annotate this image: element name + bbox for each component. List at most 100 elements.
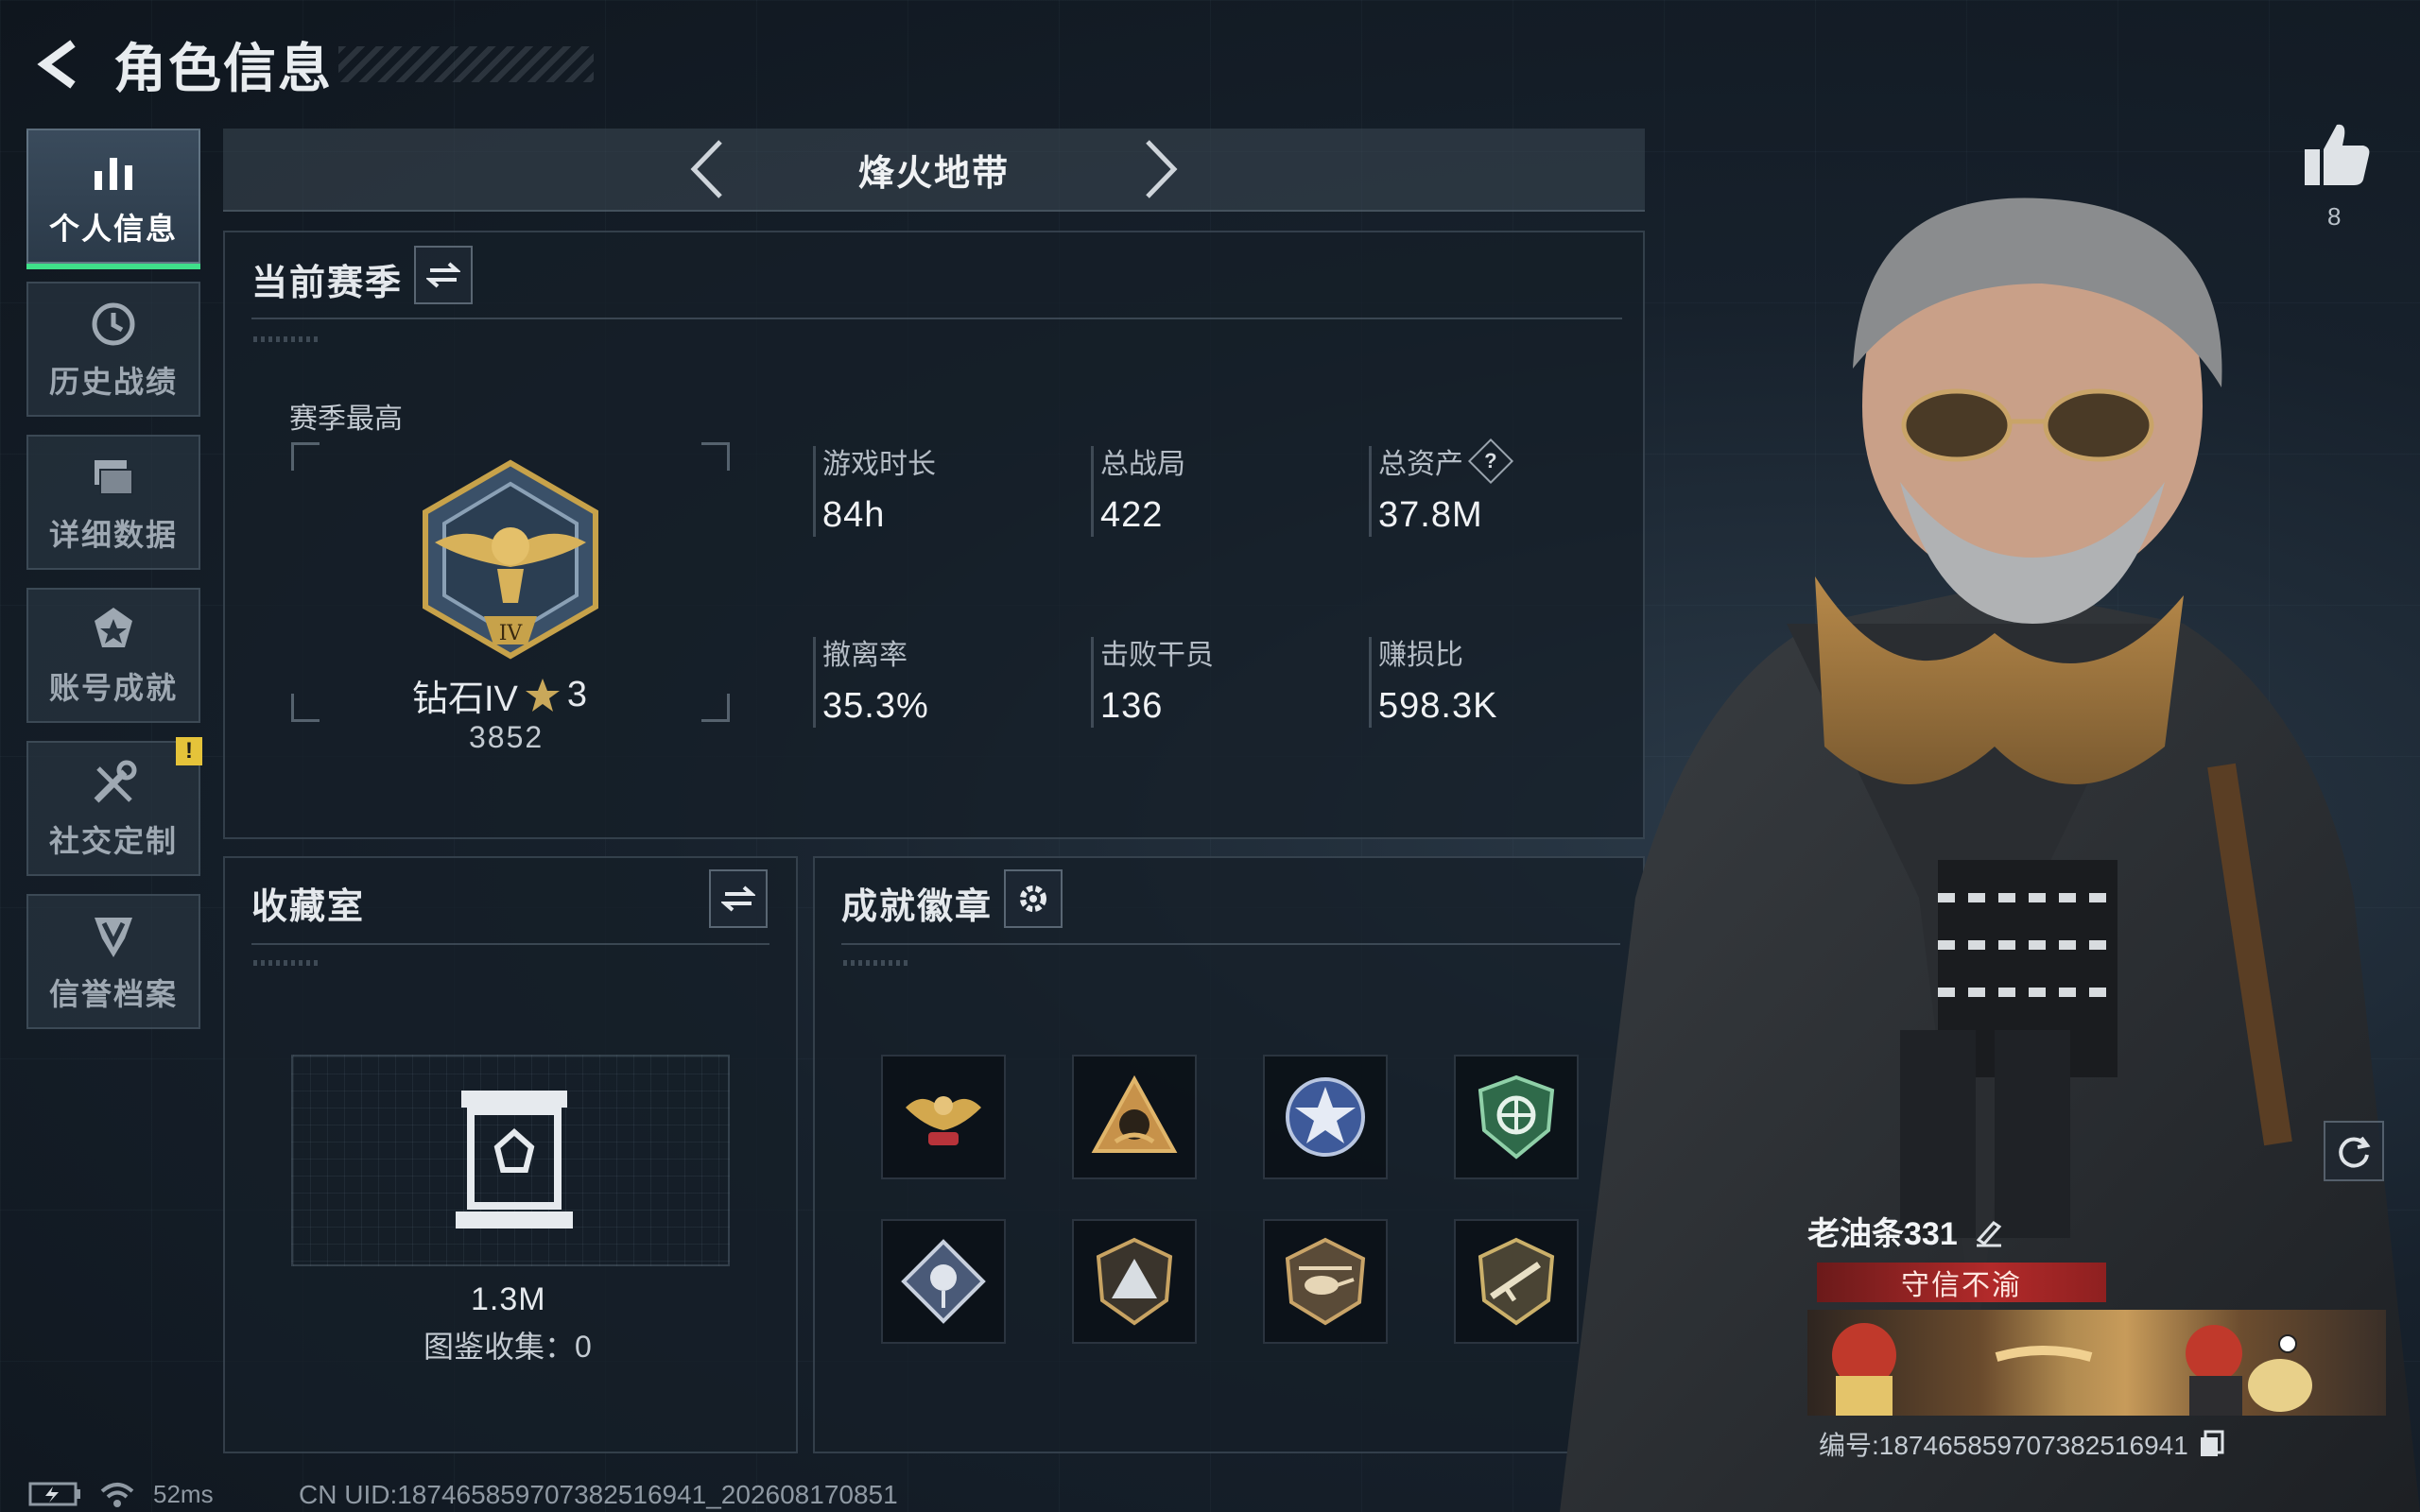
sidebar-item-achievements[interactable]: 账号成就 [26, 588, 200, 723]
player-name-row: 老油条331 [1807, 1208, 2005, 1254]
stat-divider [813, 637, 816, 728]
player-name: 老油条331 [1807, 1216, 1958, 1252]
player-id: 编号:187465859707382516941 [1819, 1431, 2188, 1460]
player-id-row: 编号:187465859707382516941 [1819, 1425, 2226, 1463]
rotate-character-button[interactable] [2324, 1121, 2384, 1181]
swap-icon [426, 262, 460, 288]
sidebar-item-credit-record[interactable]: 信誉档案 [26, 894, 200, 1029]
collection-count: 图鉴收集：0 [424, 1330, 592, 1364]
sidebar-item-label: 详细数据 [48, 517, 178, 552]
stat-value: 136 [1100, 686, 1164, 726]
banner-art [1832, 1323, 2312, 1416]
stat-total-matches: 总战局 422 [1091, 440, 1185, 537]
mode-next-button[interactable] [1123, 131, 1199, 207]
copy-icon[interactable] [2198, 1430, 2226, 1458]
player-title-badge: 守信不渝 [1817, 1263, 2106, 1302]
sidebar-item-label: 历史战绩 [48, 364, 178, 399]
page-title: 角色信息 [113, 38, 333, 98]
stat-divider [813, 446, 816, 537]
stat-label: 撤离率 [822, 640, 908, 671]
helicopter-badge-icon [1285, 1237, 1366, 1326]
sidebar-item-label: 账号成就 [48, 670, 178, 705]
wifi-icon [100, 1483, 134, 1507]
header: 角色信息 [28, 26, 594, 102]
stat-label: 总战局 [1100, 449, 1185, 480]
history-clock-icon [92, 302, 135, 345]
folders-icon [95, 459, 133, 495]
season-best-label: 赛季最高 [289, 404, 403, 435]
mountain-sun-badge-icon [1091, 1074, 1178, 1153]
badge-slot[interactable] [881, 1055, 1006, 1179]
badges-settings-button[interactable] [1004, 869, 1063, 928]
tools-icon [94, 760, 137, 802]
edit-icon[interactable] [1973, 1215, 2005, 1247]
chevron-right-icon [1146, 140, 1178, 198]
stat-label: 总资产 [1378, 449, 1463, 480]
stat-divider [1091, 637, 1094, 728]
bar-chart-icon [95, 157, 132, 190]
collection-value: 1.3M [471, 1281, 546, 1317]
season-panel-title: 当前赛季 [251, 264, 404, 303]
collection-display[interactable] [291, 1055, 730, 1266]
collection-panel-title: 收藏室 [251, 887, 366, 927]
refresh-icon [2339, 1136, 2371, 1168]
divider-decoration [843, 960, 909, 966]
rank-stars: 3 [566, 675, 588, 714]
back-button[interactable] [28, 31, 95, 97]
badge-slot[interactable] [1072, 1219, 1197, 1344]
stat-divider [1369, 446, 1372, 537]
sidebar-item-personal-info[interactable]: 个人信息 [26, 129, 200, 269]
badge-slot[interactable] [1072, 1055, 1197, 1179]
shield-v-icon [95, 917, 132, 957]
mode-selector: 烽火地带 [223, 129, 1645, 212]
achievement-icon [95, 607, 132, 647]
swap-icon [721, 885, 755, 912]
badge-slot[interactable] [1263, 1219, 1388, 1344]
uid-text: CN UID:187465859707382516941_20260817085… [299, 1480, 898, 1509]
player-card: 老油条331 守信不渝 [1807, 1208, 2386, 1416]
star-shield-badge-icon [1286, 1077, 1365, 1157]
stat-value: 422 [1100, 495, 1164, 535]
help-glyph: ? [1484, 448, 1497, 472]
ping-value: 52ms [153, 1479, 214, 1508]
sidebar-item-label: 信誉档案 [48, 976, 178, 1011]
collection-switch-button[interactable] [709, 869, 768, 928]
stat-label: 击败干员 [1100, 640, 1214, 671]
frame-corner [291, 442, 320, 471]
display-case-icon [456, 1091, 573, 1228]
svg-text:IV: IV [499, 622, 524, 645]
stat-extraction-rate: 撤离率 35.3% [813, 631, 929, 728]
rose-diamond-badge-icon [901, 1239, 986, 1324]
gear-icon [1020, 885, 1046, 912]
title-decoration [338, 46, 594, 82]
badge-slot[interactable] [881, 1219, 1006, 1344]
stat-label-row: 总资产 ? [1378, 438, 1514, 485]
frame-corner [291, 694, 320, 722]
frame-corner [701, 442, 730, 471]
stat-label: 赚损比 [1378, 640, 1463, 671]
sidebar-item-label: 社交定制 [48, 823, 178, 858]
like-button[interactable] [2299, 117, 2375, 193]
mode-title: 烽火地带 [857, 153, 1010, 194]
sidebar-item-social-custom[interactable]: 社交定制 ! [26, 737, 202, 876]
divider [251, 943, 769, 945]
divider-decoration [253, 960, 320, 966]
player-title: 守信不渝 [1901, 1270, 2022, 1301]
stat-divider [1369, 637, 1372, 728]
stat-profit-ratio: 赚损比 598.3K [1369, 631, 1497, 728]
sidebar-item-detailed-data[interactable]: 详细数据 [26, 435, 200, 570]
player-banner [1807, 1310, 2386, 1416]
like-count: 8 [2327, 202, 2342, 231]
stat-operators-defeated: 击败干员 136 [1091, 631, 1214, 728]
back-arrow-icon [37, 40, 76, 89]
stat-value: 84h [822, 495, 886, 535]
stat-value: 35.3% [822, 686, 929, 726]
sidebar-item-history[interactable]: 历史战绩 [26, 282, 200, 417]
rank-score: 3852 [469, 720, 544, 754]
season-switch-button[interactable] [414, 246, 473, 304]
rank-name: 钻石IV 3 [412, 669, 587, 721]
badge-slot[interactable] [1263, 1055, 1388, 1179]
sidebar-item-label: 个人信息 [48, 211, 178, 246]
frame-corner [701, 694, 730, 722]
mode-prev-button[interactable] [669, 131, 745, 207]
